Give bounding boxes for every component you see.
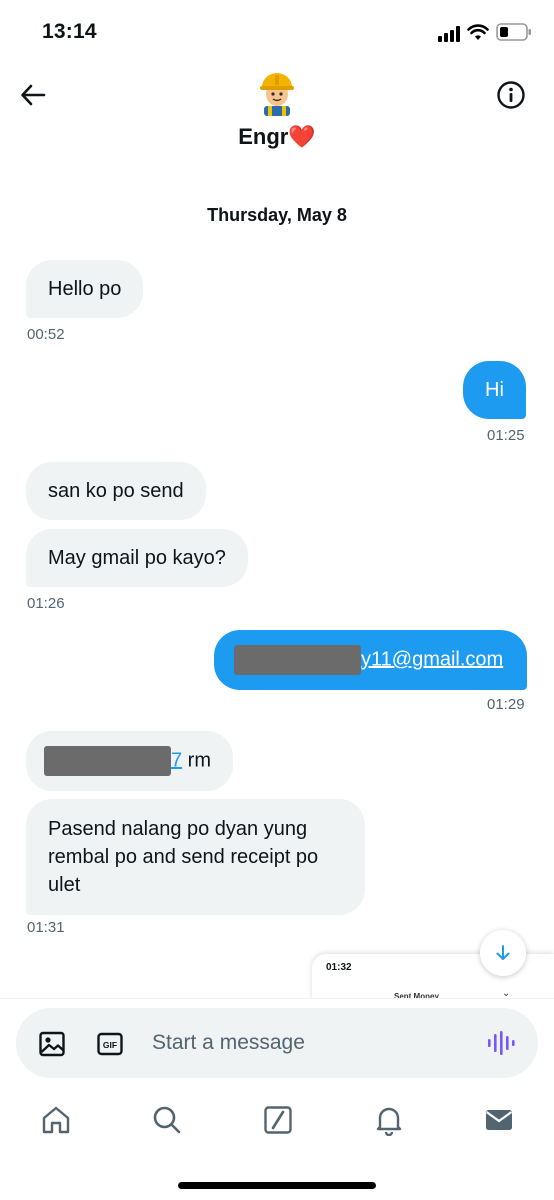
message-bubble-incoming[interactable]: Pasend nalang po dyan yung rembal po and… — [26, 799, 365, 915]
arrow-left-icon — [21, 84, 46, 106]
image-icon[interactable] — [38, 1030, 66, 1058]
message-bubble-outgoing[interactable]: Hi — [463, 361, 526, 419]
preview-time: 01:32 — [326, 962, 352, 973]
info-button[interactable] — [494, 78, 528, 112]
home-icon[interactable] — [40, 1104, 72, 1136]
message-link[interactable]: 7 — [171, 749, 182, 771]
email-link[interactable]: y11@gmail.com — [361, 648, 503, 670]
message-text: rm — [182, 749, 212, 772]
message-bubble-incoming[interactable]: san ko po send — [26, 462, 206, 520]
message-input[interactable] — [152, 1024, 472, 1062]
message-composer: GIF — [16, 1008, 538, 1078]
mail-icon[interactable] — [483, 1104, 515, 1136]
wifi-icon — [467, 24, 489, 40]
message-timestamp: 01:25 — [487, 427, 525, 444]
bottom-tab-bar — [0, 1090, 554, 1154]
message-bubble-outgoing[interactable]: y11@gmail.com — [214, 630, 527, 690]
grok-icon[interactable] — [262, 1104, 294, 1136]
heart-emoji: ❤️ — [288, 124, 316, 149]
redacted-block — [234, 645, 361, 675]
status-time: 13:14 — [42, 20, 97, 43]
message-bubble-incoming[interactable]: Hello po — [26, 260, 144, 318]
svg-text:GIF: GIF — [103, 1040, 117, 1050]
redacted-block — [44, 746, 171, 776]
home-indicator — [178, 1182, 376, 1189]
message-timestamp: 01:26 — [27, 595, 65, 612]
message-bubble-incoming[interactable]: 7 rm — [26, 731, 234, 791]
contact-name[interactable]: Engr❤️ — [0, 124, 554, 150]
status-bar: 13:14 — [0, 0, 554, 64]
date-divider: Thursday, May 8 — [207, 205, 347, 225]
info-icon — [497, 81, 525, 109]
scroll-to-bottom-button[interactable] — [480, 930, 526, 976]
message-text: May gmail po kayo? — [48, 547, 226, 569]
contact-name-text: Engr — [238, 124, 289, 149]
cellular-signal-icon — [438, 26, 460, 42]
message-timestamp: 01:31 — [27, 919, 65, 936]
message-text: Pasend nalang po dyan yung rembal po and… — [48, 818, 319, 896]
search-icon[interactable] — [151, 1104, 183, 1136]
avatar[interactable] — [256, 70, 298, 116]
back-button[interactable] — [16, 78, 50, 112]
gif-icon[interactable]: GIF — [96, 1030, 124, 1058]
message-text: Hello po — [48, 278, 122, 300]
message-timestamp: 00:52 — [27, 326, 65, 343]
message-text: san ko po send — [48, 480, 184, 502]
arrow-down-icon — [496, 945, 510, 960]
voice-wave-icon[interactable] — [486, 1028, 516, 1058]
bell-icon[interactable] — [373, 1104, 405, 1136]
message-timestamp: 01:29 — [487, 696, 525, 713]
message-bubble-incoming[interactable]: May gmail po kayo? — [26, 529, 248, 587]
battery-icon — [496, 23, 531, 41]
message-text: Hi — [485, 379, 504, 401]
